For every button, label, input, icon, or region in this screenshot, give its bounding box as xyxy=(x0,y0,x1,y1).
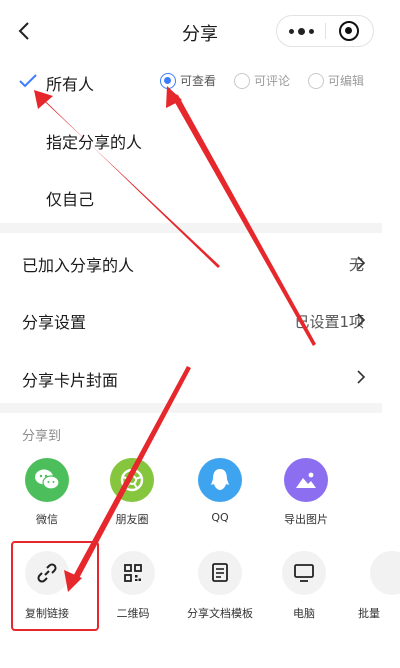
option-specified-people[interactable]: 指定分享的人 xyxy=(46,129,142,153)
radio-edit[interactable] xyxy=(308,73,324,89)
image-icon xyxy=(284,458,328,502)
section-divider xyxy=(0,403,382,413)
radio-comment[interactable] xyxy=(234,73,250,89)
share-export-image-label: 导出图片 xyxy=(284,513,328,526)
mini-program-capsule xyxy=(276,15,374,47)
share-qq-label: QQ xyxy=(211,511,229,524)
more-dot-icon xyxy=(297,27,305,35)
share-template-label: 分享文档模板 xyxy=(187,607,253,620)
computer-icon xyxy=(282,551,326,595)
qr-code-button[interactable]: 二维码 xyxy=(98,551,168,621)
radio-view[interactable] xyxy=(160,73,176,89)
nav-bar: 分享 xyxy=(0,0,400,62)
section-divider xyxy=(0,223,382,233)
share-page: 分享 所有人 指定分享的人 仅自己 可查看 可评论 可编辑 已加入分享的人 无 … xyxy=(0,0,400,668)
more-dot-icon xyxy=(288,28,294,34)
moments-icon xyxy=(110,458,154,502)
annotation-arrow-left xyxy=(34,90,220,268)
share-wechat-label: 微信 xyxy=(36,513,58,526)
annotation-arrow-middle xyxy=(169,92,316,346)
share-section-title: 分享到 xyxy=(22,429,62,444)
share-qq[interactable]: QQ xyxy=(180,458,260,524)
share-moments-label: 朋友圈 xyxy=(115,513,149,526)
qr-code-label: 二维码 xyxy=(116,607,150,620)
settings-row-label: 分享卡片封面 xyxy=(22,371,119,390)
capsule-divider xyxy=(325,23,326,39)
share-moments[interactable]: 朋友圈 xyxy=(92,458,172,527)
wechat-icon xyxy=(25,458,69,502)
option-everyone[interactable]: 所有人 xyxy=(46,71,94,95)
more-button[interactable] xyxy=(277,16,325,46)
computer-label: 电脑 xyxy=(293,607,315,620)
batch-label: 批量 xyxy=(358,607,380,620)
batch-button[interactable]: 批量 xyxy=(352,551,400,621)
share-template-button[interactable]: 分享文档模板 xyxy=(182,551,258,621)
qq-icon xyxy=(198,458,242,502)
chevron-right-icon xyxy=(357,370,366,384)
template-icon xyxy=(198,551,242,595)
chevron-right-icon xyxy=(357,256,366,270)
radio-comment-label: 可评论 xyxy=(254,74,291,88)
radio-edit-label: 可编辑 xyxy=(328,74,365,88)
annotation-highlight-box xyxy=(11,541,99,631)
batch-icon xyxy=(370,551,400,595)
share-wechat[interactable]: 微信 xyxy=(7,458,87,527)
settings-row-label: 已加入分享的人 xyxy=(22,256,135,275)
annotation-arrow-middle-head xyxy=(166,86,182,108)
qr-code-icon xyxy=(111,551,155,595)
computer-button[interactable]: 电脑 xyxy=(269,551,339,621)
chevron-right-icon xyxy=(357,313,366,327)
settings-row-label: 分享设置 xyxy=(22,313,87,332)
more-dot-icon xyxy=(308,28,314,34)
option-only-me[interactable]: 仅自己 xyxy=(46,186,94,210)
checkmark-icon xyxy=(19,74,37,88)
radio-view-label: 可查看 xyxy=(180,74,217,88)
settings-row-value: 已设置1项 xyxy=(294,313,364,331)
share-export-image[interactable]: 导出图片 xyxy=(266,458,346,527)
close-program-button[interactable] xyxy=(339,21,359,41)
